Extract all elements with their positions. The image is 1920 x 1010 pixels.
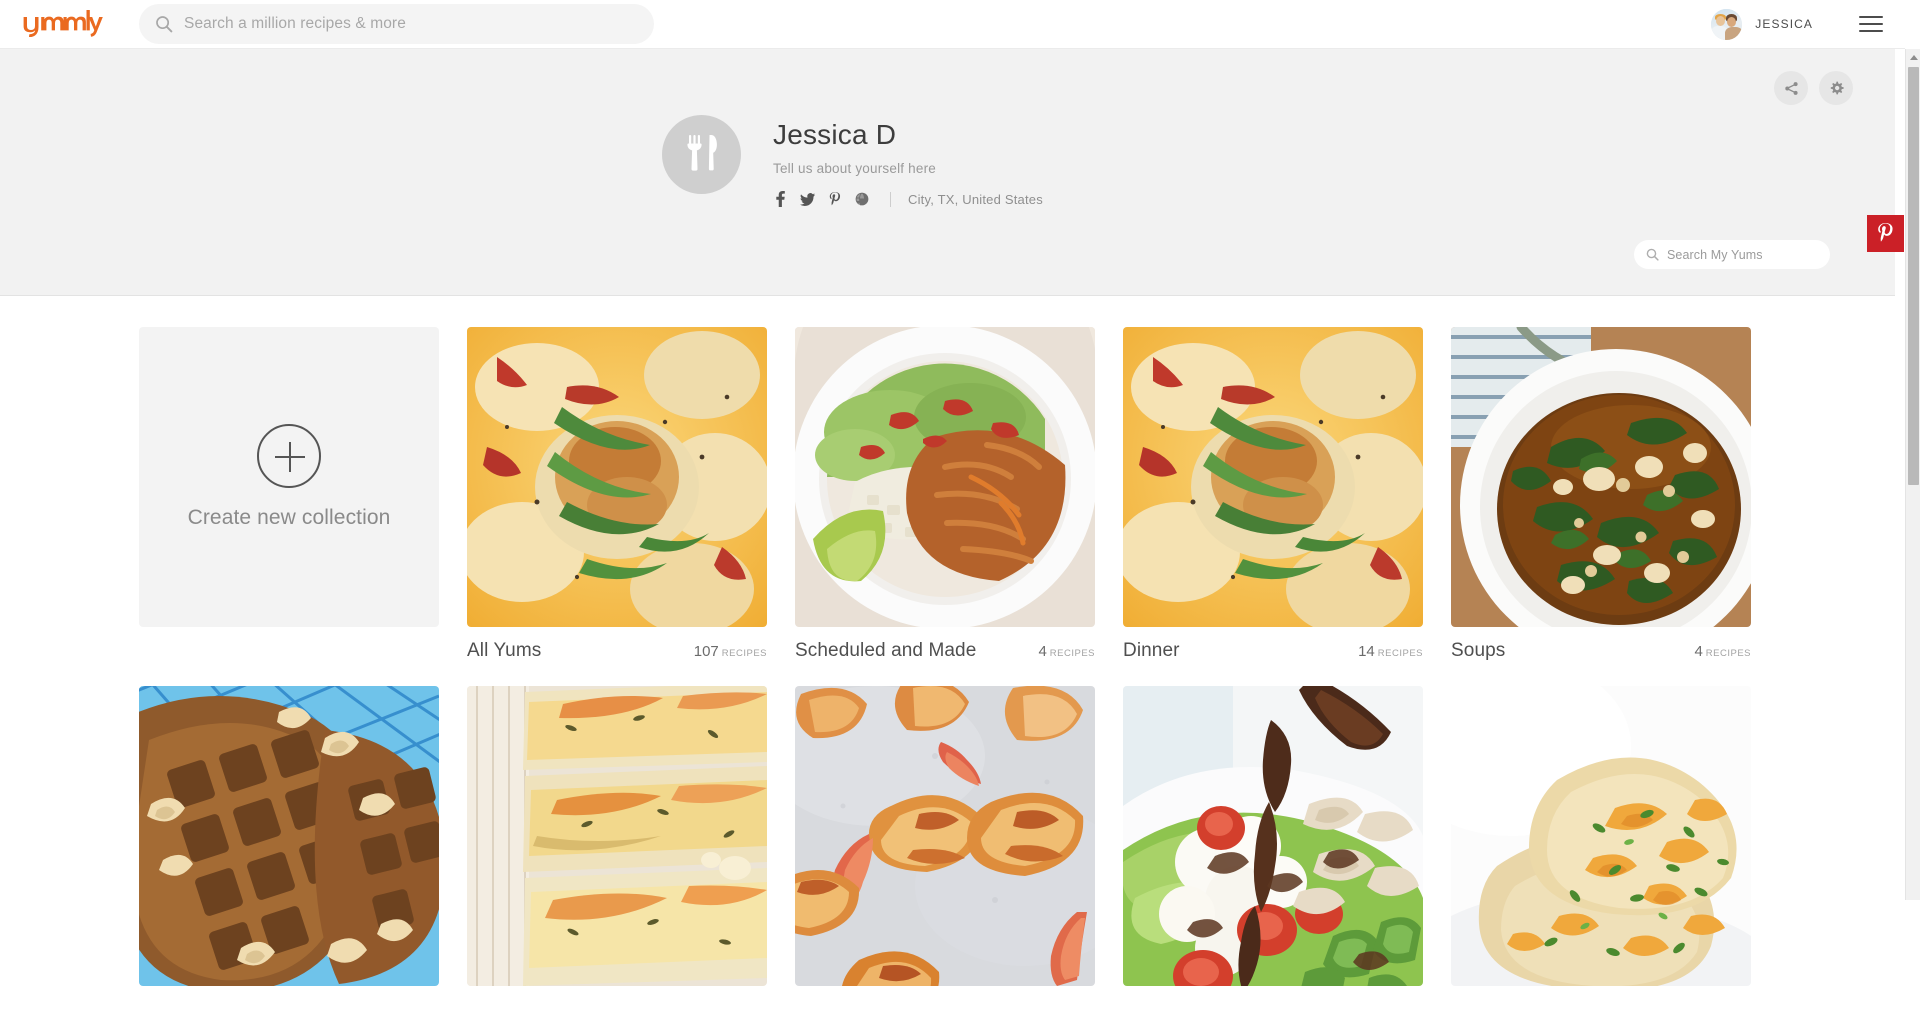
plus-circle-icon [257,423,321,488]
cheddar-biscuits-photo [1451,686,1751,986]
collection-cell: Soups 4 RECIPES [1451,327,1751,662]
collection-cell: Dinner 14 RECIPES [1123,327,1423,662]
collection-count: 4 [1694,643,1703,660]
collection-cell [795,686,1095,986]
collection-cell [1123,686,1423,986]
collections-grid: Create new collection All Yums 107 RECIP… [139,327,1759,1010]
collection-tile-row2-4[interactable] [1123,686,1423,986]
search-icon [1646,248,1659,261]
pinterest-save-button[interactable] [1867,215,1904,252]
collection-tile-row2-2[interactable] [467,686,767,986]
scroll-up-arrow-icon[interactable] [1906,49,1920,65]
collection-count: 4 [1038,643,1047,660]
vertical-scrollbar[interactable] [1905,49,1920,900]
settings-button[interactable] [1819,71,1853,105]
username-label[interactable]: JESSICA [1755,17,1813,31]
profile-banner: Jessica D Tell us about yourself here Ci… [0,49,1895,296]
global-search-placeholder: Search a million recipes & more [184,15,406,32]
gear-icon [1829,81,1844,96]
divider [890,191,891,207]
profile-tagline[interactable]: Tell us about yourself here [773,161,1043,176]
collection-caption: Soups 4 RECIPES [1451,640,1751,662]
collection-name[interactable]: Dinner [1123,640,1180,662]
kale-white-bean-soup-photo [1451,327,1751,627]
collection-cell: Scheduled and Made 4 RECIPES [795,327,1095,662]
share-icon [1784,81,1799,96]
nav-right-cluster: JESSICA [1711,8,1883,40]
hamburger-menu-icon[interactable] [1859,14,1883,34]
create-collection-cell: Create new collection [139,327,439,662]
search-my-yums-placeholder: Search My Yums [1667,247,1763,262]
collection-cell [1451,686,1751,986]
collection-count: 14 [1358,643,1375,660]
collection-cell [467,686,767,986]
facebook-icon[interactable] [773,191,788,208]
top-navigation-bar: Search a million recipes & more JESSICA [0,0,1905,49]
collection-cell [139,686,439,986]
collection-tile-soups[interactable] [1451,327,1751,627]
profile-location[interactable]: City, TX, United States [908,192,1043,207]
coconut-shrimp-photo [795,686,1095,986]
avatar[interactable] [1711,8,1743,40]
creamy-sundried-tomato-chicken-photo [1123,327,1423,627]
collection-count: 107 [693,643,719,660]
collection-tile-all-yums[interactable] [467,327,767,627]
collection-caption: Dinner 14 RECIPES [1123,640,1423,662]
create-collection-label: Create new collection [187,505,391,529]
creamy-sundried-tomato-chicken-photo [467,327,767,627]
profile-avatar[interactable] [662,115,741,194]
pinterest-icon [1877,223,1894,244]
collection-caption: All Yums 107 RECIPES [467,640,767,662]
collection-unit: RECIPES [1049,648,1095,659]
global-search-input[interactable]: Search a million recipes & more [139,4,654,44]
collection-tile-row2-1[interactable] [139,686,439,986]
profile-summary: Jessica D Tell us about yourself here Ci… [662,115,1043,208]
collection-tile-row2-5[interactable] [1451,686,1751,986]
collection-tile-scheduled-and-made[interactable] [795,327,1095,627]
collection-unit: RECIPES [721,648,767,659]
collection-tile-dinner[interactable] [1123,327,1423,627]
fork-and-knife-icon [684,132,720,177]
website-globe-icon[interactable] [854,191,869,207]
collection-tile-row2-3[interactable] [795,686,1095,986]
cheesy-garlic-bread-photo [467,686,767,986]
search-my-yums-input[interactable]: Search My Yums [1634,240,1830,269]
collection-unit: RECIPES [1705,648,1751,659]
collection-name[interactable]: Soups [1451,640,1505,662]
collection-caption: Scheduled and Made 4 RECIPES [795,640,1095,662]
profile-social-row: City, TX, United States [773,191,1043,208]
create-new-collection-button[interactable]: Create new collection [139,327,439,627]
page-title: Jessica D [773,119,897,150]
share-button[interactable] [1774,71,1808,105]
caprese-avocado-salad-photo [1123,686,1423,986]
search-icon [155,15,173,33]
scrollbar-thumb[interactable] [1908,67,1919,485]
twitter-icon[interactable] [800,191,815,207]
yummly-logo[interactable] [23,9,103,39]
pinterest-icon[interactable] [827,191,842,207]
collection-cell: All Yums 107 RECIPES [467,327,767,662]
collection-name[interactable]: All Yums [467,640,541,662]
profile-text-block: Jessica D Tell us about yourself here Ci… [773,115,1043,208]
banana-nut-waffles-photo [139,686,439,986]
collection-unit: RECIPES [1377,648,1423,659]
collection-name[interactable]: Scheduled and Made [795,640,976,662]
banner-action-buttons [1774,71,1853,105]
chicken-burrito-bowl-guacamole-photo [795,327,1095,627]
